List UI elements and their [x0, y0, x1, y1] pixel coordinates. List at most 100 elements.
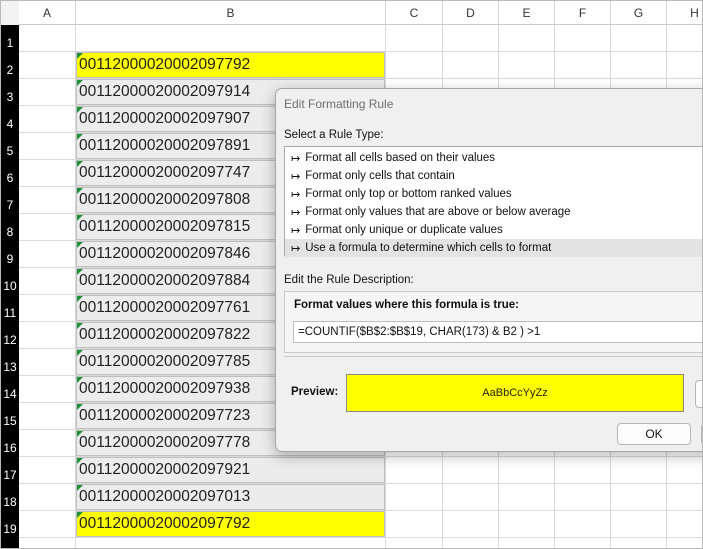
column-header-a[interactable]: A	[19, 1, 76, 25]
formula-input[interactable]: =COUNTIF($B$2:$B$19, CHAR(173) & B2 ) >1	[293, 321, 702, 343]
column-header-g[interactable]: G	[611, 1, 667, 25]
row-header-12[interactable]: 12	[1, 322, 19, 349]
row-header-8[interactable]: 8	[1, 214, 19, 241]
rule-type-item[interactable]: ↦ Format only unique or duplicate values	[285, 221, 702, 239]
dialog-title: Edit Formatting Rule	[284, 97, 394, 111]
row-header-3[interactable]: 3	[1, 79, 19, 106]
column-header-b[interactable]: B	[76, 1, 386, 25]
column-header-c[interactable]: C	[386, 1, 443, 25]
arrow-bullet-icon: ↦	[291, 188, 301, 201]
row-header-18[interactable]: 18	[1, 484, 19, 511]
cell-value: 00112000020002097747	[79, 164, 251, 181]
formula-label: Format values where this formula is true…	[294, 299, 519, 311]
row-header-13[interactable]: 13	[1, 349, 19, 376]
row-header-16[interactable]: 16	[1, 430, 19, 457]
text-number-indicator-icon	[77, 458, 83, 464]
text-number-indicator-icon	[77, 350, 83, 356]
rule-type-label: Use a formula to determine which cells t…	[305, 242, 552, 254]
row-header-14[interactable]: 14	[1, 376, 19, 403]
cell-value: 00112000020002097723	[79, 407, 251, 424]
select-all-corner[interactable]	[1, 1, 20, 26]
row-header-9[interactable]: 9	[1, 241, 19, 268]
text-number-indicator-icon	[77, 431, 83, 437]
rule-type-label: Format all cells based on their values	[305, 152, 496, 164]
cell-b17[interactable]: 00112000020002097921	[76, 457, 385, 483]
cell-value: 00112000020002097938	[79, 380, 251, 397]
cell-value: 00112000020002097891	[79, 137, 251, 154]
cell-value: 00112000020002097846	[79, 245, 251, 262]
rule-type-label: Format only unique or duplicate values	[305, 224, 503, 236]
row-header-20[interactable]: 20	[1, 538, 19, 548]
arrow-bullet-icon: ↦	[291, 152, 301, 165]
text-number-indicator-icon	[77, 296, 83, 302]
column-header-f[interactable]: F	[555, 1, 611, 25]
cell-value: 00112000020002097808	[79, 191, 251, 208]
arrow-bullet-icon: ↦	[291, 224, 301, 237]
text-number-indicator-icon	[77, 404, 83, 410]
cell-b18[interactable]: 00112000020002097013	[76, 484, 385, 510]
format-preview: AaBbCcYyZz	[346, 374, 684, 412]
cell-value: 00112000020002097815	[79, 218, 251, 235]
row-header-6[interactable]: 6	[1, 160, 19, 187]
cell-value: 00112000020002097761	[79, 299, 251, 316]
cell-value: 00112000020002097884	[79, 272, 251, 289]
row-header-4[interactable]: 4	[1, 106, 19, 133]
text-number-indicator-icon	[77, 377, 83, 383]
excel-window: ABCDEFGH 1234567891011121314151617181920…	[0, 0, 703, 549]
text-number-indicator-icon	[77, 215, 83, 221]
cell-value: 00112000020002097822	[79, 326, 251, 343]
format-button[interactable]	[695, 380, 702, 408]
edit-formatting-rule-dialog: Edit Formatting Rule Select a Rule Type:…	[275, 88, 702, 452]
row-header-10[interactable]: 10	[1, 268, 19, 295]
row-header-7[interactable]: 7	[1, 187, 19, 214]
rule-type-label: Format only values that are above or bel…	[305, 206, 571, 218]
ok-button[interactable]: OK	[617, 423, 691, 445]
text-number-indicator-icon	[77, 80, 83, 86]
row-header-11[interactable]: 11	[1, 295, 19, 322]
cell-value: 00112000020002097778	[79, 434, 251, 451]
rule-type-item[interactable]: ↦ Format only cells that contain	[285, 167, 702, 185]
arrow-bullet-icon: ↦	[291, 242, 301, 255]
cell-value: 00112000020002097914	[79, 83, 251, 100]
rule-description-box: Format values where this formula is true…	[284, 291, 702, 353]
dialog-separator	[284, 356, 702, 357]
select-rule-type-label: Select a Rule Type:	[284, 129, 384, 141]
arrow-bullet-icon: ↦	[291, 170, 301, 183]
text-number-indicator-icon	[77, 53, 83, 59]
text-number-indicator-icon	[77, 269, 83, 275]
column-header-e[interactable]: E	[499, 1, 555, 25]
text-number-indicator-icon	[77, 242, 83, 248]
rule-type-item[interactable]: ↦ Format only values that are above or be…	[285, 203, 702, 221]
text-number-indicator-icon	[77, 188, 83, 194]
rule-type-label: Format only top or bottom ranked values	[305, 188, 512, 200]
rule-type-item[interactable]: ↦ Format all cells based on their values	[285, 149, 702, 167]
cell-value: 00112000020002097792	[79, 56, 251, 73]
arrow-bullet-icon: ↦	[291, 206, 301, 219]
preview-label: Preview:	[291, 386, 339, 398]
rule-type-item[interactable]: ↦ Use a formula to determine which cells …	[285, 239, 702, 257]
text-number-indicator-icon	[77, 134, 83, 140]
edit-rule-description-label: Edit the Rule Description:	[284, 274, 414, 286]
cell-b19[interactable]: 00112000020002097792	[76, 511, 385, 537]
cell-value: 00112000020002097785	[79, 353, 251, 370]
cell-value: 00112000020002097792	[79, 515, 251, 532]
row-header-1[interactable]: 1	[1, 25, 19, 52]
text-number-indicator-icon	[77, 107, 83, 113]
row-header-19[interactable]: 19	[1, 511, 19, 538]
row-header-2[interactable]: 2	[1, 52, 19, 79]
text-number-indicator-icon	[77, 512, 83, 518]
cell-value: 00112000020002097907	[79, 110, 251, 127]
rule-type-list[interactable]: ↦ Format all cells based on their values ↦…	[284, 146, 702, 257]
row-header-5[interactable]: 5	[1, 133, 19, 160]
text-number-indicator-icon	[77, 323, 83, 329]
rule-type-item[interactable]: ↦ Format only top or bottom ranked values	[285, 185, 702, 203]
row-header-15[interactable]: 15	[1, 403, 19, 430]
column-header-d[interactable]: D	[443, 1, 499, 25]
text-number-indicator-icon	[77, 485, 83, 491]
cell-b2[interactable]: 00112000020002097792	[76, 52, 385, 78]
row-gridline	[19, 537, 702, 538]
cell-value: 00112000020002097921	[79, 461, 251, 478]
row-header-17[interactable]: 17	[1, 457, 19, 484]
rule-type-label: Format only cells that contain	[305, 170, 455, 182]
column-header-h[interactable]: H	[667, 1, 702, 25]
